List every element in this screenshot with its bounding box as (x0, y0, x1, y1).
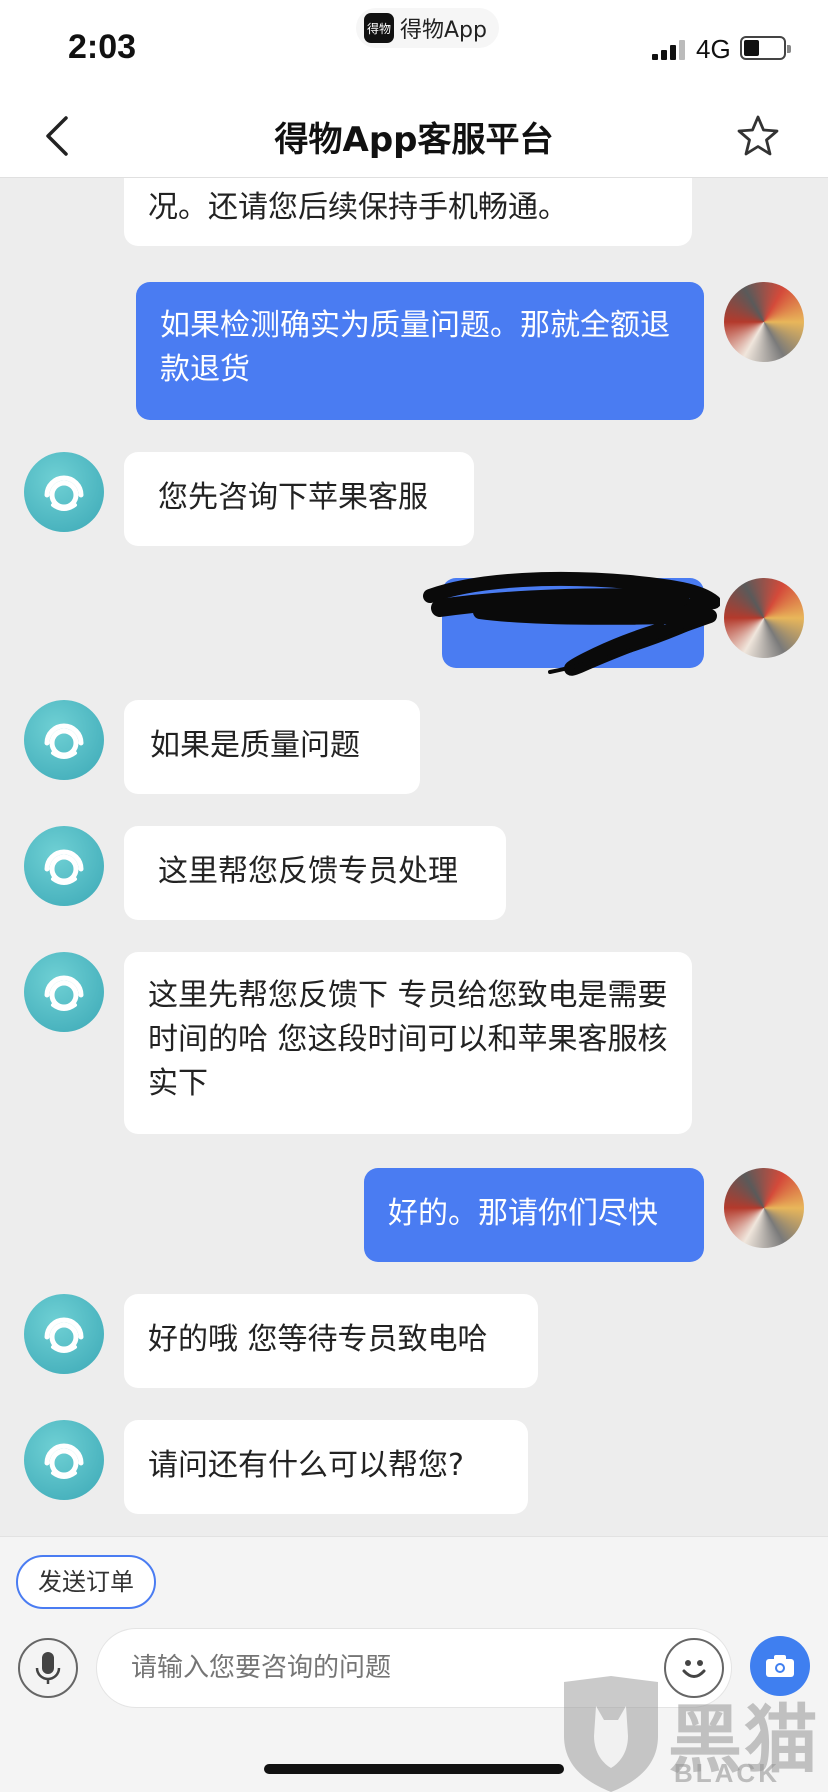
message-bubble-incoming: 您先咨询下苹果客服 (124, 452, 474, 546)
agent-avatar[interactable] (24, 1294, 104, 1374)
status-bar: 2:03 得物 得物App 4G (0, 0, 828, 96)
chat-list[interactable]: 况。还请您后续保持手机畅通。 如果检测确实为质量问题。那就全额退款退货 您先咨询… (0, 178, 828, 1536)
voice-button[interactable] (18, 1638, 78, 1698)
message-bubble-incoming: 这里帮您反馈专员处理 (124, 826, 506, 920)
headset-icon (44, 975, 84, 1011)
black-cat-logo-icon (564, 1676, 658, 1792)
watermark: 黑猫 BLACK CAT (556, 1676, 828, 1792)
app-indicator: 得物 得物App (356, 8, 499, 48)
message-text: 这里帮您反馈专员处理 (158, 854, 458, 889)
headset-icon (44, 723, 84, 759)
agent-avatar[interactable] (24, 826, 104, 906)
message-bubble-outgoing: 好的。那请你们尽快 (364, 1168, 704, 1262)
headset-icon (44, 1317, 84, 1353)
message-bubble-incoming: 这里先帮您反馈下 专员给您致电是需要时间的哈 您这段时间可以和苹果客服核实下 (124, 952, 692, 1134)
watermark-text-en: BLACK CAT (674, 1758, 780, 1792)
message-bubble-outgoing: 如果检测确实为质量问题。那就全额退款退货 (136, 282, 704, 420)
agent-avatar[interactable] (24, 952, 104, 1032)
user-avatar[interactable] (724, 282, 804, 362)
battery-icon (740, 36, 791, 60)
user-avatar[interactable] (724, 578, 804, 658)
message-text: 况。还请您后续保持手机畅通。 (148, 190, 568, 225)
message-bubble-incoming: 请问还有什么可以帮您? (124, 1420, 528, 1514)
message-text: 如果检测确实为质量问题。那就全额退款退货 (160, 308, 670, 387)
user-avatar[interactable] (724, 1168, 804, 1248)
microphone-icon (35, 1652, 61, 1684)
network-label: 4G (696, 34, 731, 64)
headset-icon (44, 849, 84, 885)
favorite-button[interactable] (730, 108, 786, 164)
message-text: 好的哦 您等待专员致电哈 (148, 1322, 488, 1357)
agent-avatar[interactable] (24, 1420, 104, 1500)
message-text: 如果是质量问题 (150, 728, 360, 763)
signal-icon (652, 40, 685, 60)
message-bubble-incoming: 好的哦 您等待专员致电哈 (124, 1294, 538, 1388)
agent-avatar[interactable] (24, 452, 104, 532)
message-text: 您先咨询下苹果客服 (158, 480, 428, 515)
headset-icon (44, 1443, 84, 1479)
status-time: 2:03 (68, 28, 137, 66)
headset-icon (44, 475, 84, 511)
app-name: 得物App (400, 18, 487, 43)
star-outline-icon (737, 115, 779, 156)
home-indicator[interactable] (264, 1764, 564, 1774)
app-logo-icon: 得物 (364, 13, 394, 43)
page-title: 得物App客服平台 (274, 120, 554, 160)
message-text: 好的。那请你们尽快 (388, 1196, 658, 1231)
redaction-scribble (423, 571, 720, 676)
message-text: 请问还有什么可以帮您? (148, 1448, 464, 1483)
send-order-button[interactable]: 发送订单 (16, 1555, 156, 1609)
message-bubble-incoming: 如果是质量问题 (124, 700, 420, 794)
message-text: 这里先帮您反馈下 专员给您致电是需要时间的哈 您这段时间可以和苹果客服核实下 (148, 978, 668, 1101)
quick-action-bar: 发送订单 (0, 1536, 828, 1628)
nav-bar: 得物App客服平台 (0, 96, 828, 178)
agent-avatar[interactable] (24, 700, 104, 780)
battery-level (744, 40, 760, 56)
message-bubble-incoming: 况。还请您后续保持手机畅通。 (124, 178, 692, 246)
